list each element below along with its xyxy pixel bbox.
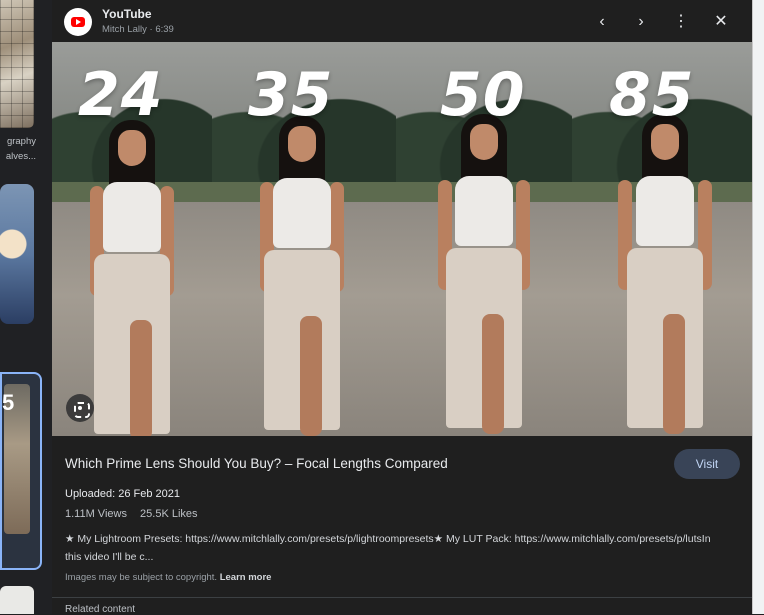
result-description: ★ My Lightroom Presets: https://www.mitc…	[65, 533, 711, 563]
copyright-text: Images may be subject to copyright.	[65, 572, 218, 583]
related-thumbnail-bottom[interactable]	[0, 586, 34, 614]
related-text-2[interactable]: alves...	[0, 149, 36, 164]
preview-header: YouTube Mitch Lally · 6:39 ‹ › ⋮ ✕	[52, 0, 752, 42]
source-meta: Mitch Lally · 6:39	[102, 24, 174, 35]
copyright-notice: Images may be subject to copyright. Lear…	[65, 572, 271, 583]
focal-length-label-3: 50	[440, 60, 526, 130]
youtube-logo-icon	[64, 8, 92, 36]
image-preview-panel: YouTube Mitch Lally · 6:39 ‹ › ⋮ ✕ 24 35…	[52, 0, 752, 615]
more-vert-icon: ⋮	[673, 13, 689, 30]
related-thumbnail-portrait[interactable]	[0, 184, 34, 324]
selected-thumbnail[interactable]: 5	[0, 372, 42, 570]
view-count: 1.11M Views	[65, 508, 127, 520]
source-name[interactable]: YouTube	[102, 7, 152, 21]
related-content-heading: Related content	[65, 604, 136, 615]
preview-image[interactable]: 24 35 50 85	[52, 42, 752, 436]
section-divider	[52, 597, 752, 598]
window-scrollbar[interactable]	[752, 0, 764, 614]
chevron-left-icon: ‹	[599, 13, 605, 30]
upload-date: Uploaded: 26 Feb 2021	[65, 488, 180, 500]
next-image-button[interactable]: ›	[630, 11, 652, 33]
visit-button[interactable]: Visit	[674, 449, 740, 479]
video-stats: 1.11M Views 25.5K Likes	[65, 508, 208, 520]
learn-more-link[interactable]: Learn more	[220, 572, 272, 583]
related-text-1[interactable]: graphy	[0, 134, 36, 149]
selected-thumbnail-digit: 5	[2, 390, 15, 415]
previous-image-button[interactable]: ‹	[591, 11, 613, 33]
related-images-strip: graphy alves... 5	[0, 0, 52, 614]
related-thumbnail-collage[interactable]	[0, 0, 34, 128]
chevron-right-icon: ›	[638, 13, 644, 30]
close-button[interactable]: ✕	[710, 11, 732, 33]
focal-length-label-2: 35	[248, 60, 334, 130]
close-icon: ✕	[714, 13, 728, 30]
result-title[interactable]: Which Prime Lens Should You Buy? – Focal…	[65, 456, 645, 471]
lens-search-icon[interactable]	[66, 394, 94, 422]
focal-length-label-4: 85	[609, 60, 695, 130]
like-count: 25.5K Likes	[140, 508, 198, 520]
focal-length-label-1: 24	[78, 60, 164, 130]
more-options-button[interactable]: ⋮	[670, 11, 692, 33]
